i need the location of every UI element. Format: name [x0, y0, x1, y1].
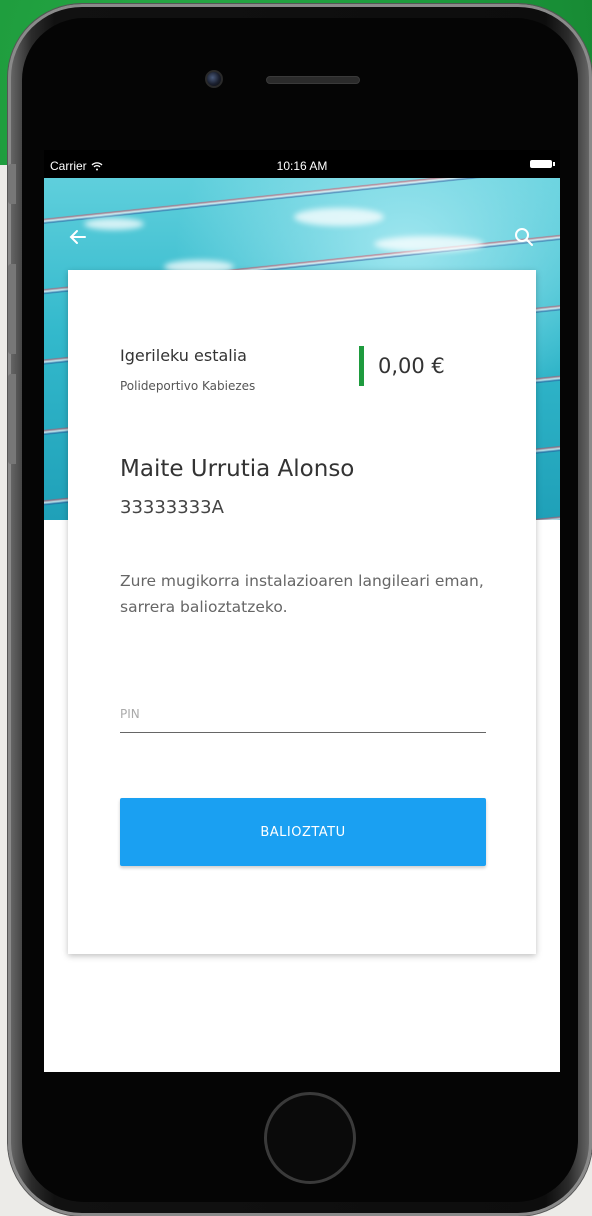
ticket-card: Igerileku estalia Polideportivo Kabiezes…: [68, 270, 536, 954]
facility-name: Igerileku estalia: [120, 346, 247, 365]
water-splash: [84, 218, 144, 230]
validate-button[interactable]: BALIOZTATU: [120, 798, 486, 866]
volume-down-button: [8, 374, 16, 464]
earpiece-speaker: [266, 76, 360, 84]
arrow-left-icon[interactable]: [68, 227, 88, 252]
pin-input[interactable]: [120, 695, 486, 733]
price-accent-bar: [359, 346, 364, 386]
user-id-number: 33333333A: [120, 497, 224, 518]
venue-name: Polideportivo Kabiezes: [120, 379, 256, 393]
water-splash: [374, 236, 484, 252]
volume-up-button: [8, 264, 16, 354]
app-screen: Carrier 10:16 AM Igerileku estalia Polid…: [44, 150, 560, 1072]
mute-switch: [8, 164, 16, 204]
home-button[interactable]: [264, 1092, 356, 1184]
front-camera: [205, 70, 223, 88]
status-time: 10:16 AM: [276, 159, 328, 173]
price-label: 0,00 €: [378, 354, 445, 378]
battery-icon: [530, 160, 555, 168]
search-icon[interactable]: [514, 227, 534, 252]
water-splash: [294, 208, 384, 226]
instructions-text: Zure mugikorra instalazioaren langileari…: [120, 572, 484, 616]
status-bar: Carrier 10:16 AM: [44, 150, 560, 178]
user-name: Maite Urrutia Alonso: [120, 456, 355, 482]
